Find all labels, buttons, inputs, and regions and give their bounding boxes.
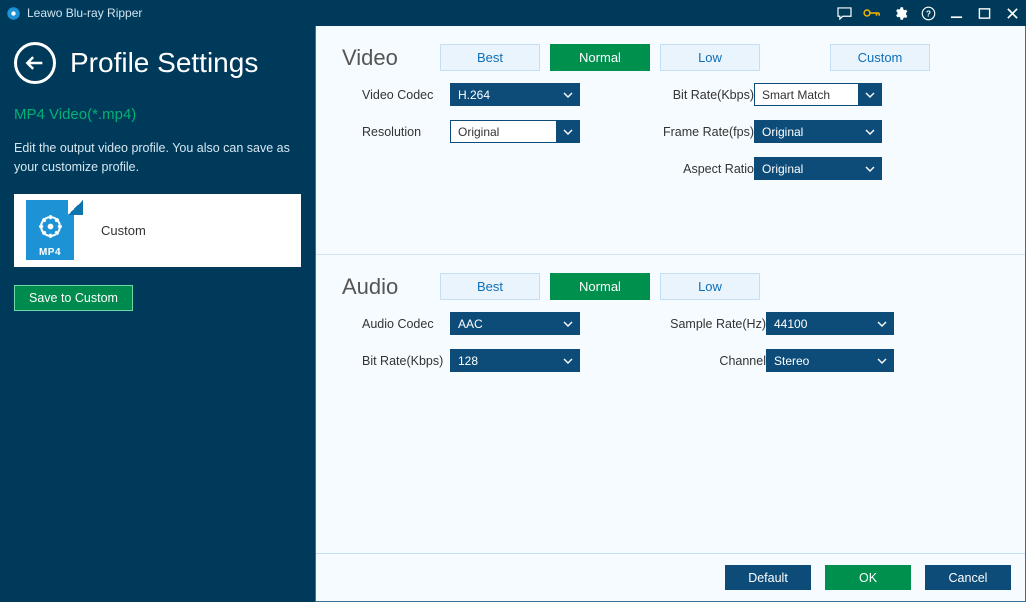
video-panel: Video Best Normal Low Custom Video Codec… [316, 26, 1025, 254]
app-logo-icon [6, 6, 21, 21]
audio-codec-select[interactable]: AAC [450, 312, 580, 335]
video-bitrate-label: Bit Rate(Kbps) [650, 88, 754, 102]
video-preset-row: Best Normal Low Custom [440, 44, 930, 71]
channel-label: Channel [650, 354, 766, 368]
title-bar: Leawo Blu-ray Ripper ? [0, 0, 1026, 26]
footer-bar: Default OK Cancel [316, 553, 1025, 601]
framerate-label: Frame Rate(fps) [650, 125, 754, 139]
audio-header: Audio Best Normal Low [342, 273, 999, 300]
ok-button[interactable]: OK [825, 565, 911, 590]
close-button[interactable] [998, 0, 1026, 26]
svg-text:?: ? [926, 9, 931, 18]
chevron-down-icon [858, 121, 881, 142]
sidebar: Profile Settings MP4 Video(*.mp4) Edit t… [0, 26, 315, 602]
chevron-down-icon [556, 350, 579, 371]
audio-fields: Audio Codec AAC Sample Rate(Hz) 44100 Bi… [342, 300, 999, 372]
register-key-button[interactable] [858, 0, 886, 26]
video-preset-best[interactable]: Best [440, 44, 540, 71]
app-title: Leawo Blu-ray Ripper [27, 6, 142, 20]
chevron-down-icon [870, 313, 893, 334]
samplerate-select[interactable]: 44100 [766, 312, 894, 335]
audio-preset-low[interactable]: Low [660, 273, 760, 300]
main-body: Profile Settings MP4 Video(*.mp4) Edit t… [0, 26, 1026, 602]
page-title: Profile Settings [70, 47, 258, 79]
chevron-down-icon [858, 158, 881, 179]
profile-name: MP4 Video(*.mp4) [14, 106, 301, 123]
mp4-tag: MP4 [26, 247, 74, 258]
arrow-left-icon [24, 54, 44, 72]
settings-gear-button[interactable] [886, 0, 914, 26]
profile-description: Edit the output video profile. You also … [14, 139, 294, 178]
video-bitrate-select[interactable]: Smart Match [754, 83, 882, 106]
framerate-value: Original [755, 125, 858, 139]
chevron-down-icon [556, 121, 579, 142]
chevron-down-icon [556, 313, 579, 334]
video-codec-value: H.264 [451, 88, 556, 102]
audio-panel: Audio Best Normal Low Audio Codec AAC Sa… [316, 255, 1025, 376]
channel-select[interactable]: Stereo [766, 349, 894, 372]
mp4-file-icon: MP4 [26, 200, 83, 260]
audio-preset-row: Best Normal Low [440, 273, 760, 300]
header-row: Profile Settings [14, 42, 301, 84]
profile-card[interactable]: MP4 Custom [14, 194, 301, 267]
framerate-select[interactable]: Original [754, 120, 882, 143]
samplerate-label: Sample Rate(Hz) [650, 317, 766, 331]
help-button[interactable]: ? [914, 0, 942, 26]
maximize-button[interactable] [970, 0, 998, 26]
aspect-label: Aspect Ratio [650, 162, 754, 176]
default-button[interactable]: Default [725, 565, 811, 590]
channel-value: Stereo [767, 354, 870, 368]
audio-bitrate-label: Bit Rate(Kbps) [362, 354, 450, 368]
back-button[interactable] [14, 42, 56, 84]
video-codec-label: Video Codec [362, 88, 450, 102]
save-to-custom-button[interactable]: Save to Custom [14, 285, 133, 311]
video-fields: Video Codec H.264 Bit Rate(Kbps) Smart M… [342, 71, 999, 180]
video-preset-low[interactable]: Low [660, 44, 760, 71]
aspect-value: Original [755, 162, 858, 176]
video-preset-normal[interactable]: Normal [550, 44, 650, 71]
minimize-button[interactable] [942, 0, 970, 26]
feedback-button[interactable] [830, 0, 858, 26]
video-title: Video [342, 45, 440, 71]
video-codec-select[interactable]: H.264 [450, 83, 580, 106]
aspect-select[interactable]: Original [754, 157, 882, 180]
audio-codec-value: AAC [451, 317, 556, 331]
resolution-value: Original [451, 125, 556, 139]
cancel-button[interactable]: Cancel [925, 565, 1011, 590]
chevron-down-icon [870, 350, 893, 371]
main-panel: Video Best Normal Low Custom Video Codec… [315, 26, 1026, 602]
resolution-select[interactable]: Original [450, 120, 580, 143]
audio-title: Audio [342, 274, 440, 300]
audio-preset-normal[interactable]: Normal [550, 273, 650, 300]
chevron-down-icon [858, 84, 881, 105]
audio-codec-label: Audio Codec [362, 317, 450, 331]
chevron-down-icon [556, 84, 579, 105]
samplerate-value: 44100 [767, 317, 870, 331]
resolution-label: Resolution [362, 125, 450, 139]
video-bitrate-value: Smart Match [755, 88, 858, 102]
audio-preset-best[interactable]: Best [440, 273, 540, 300]
video-preset-custom[interactable]: Custom [830, 44, 930, 71]
video-header: Video Best Normal Low Custom [342, 44, 999, 71]
profile-card-label: Custom [101, 223, 146, 238]
audio-bitrate-value: 128 [451, 354, 556, 368]
audio-bitrate-select[interactable]: 128 [450, 349, 580, 372]
